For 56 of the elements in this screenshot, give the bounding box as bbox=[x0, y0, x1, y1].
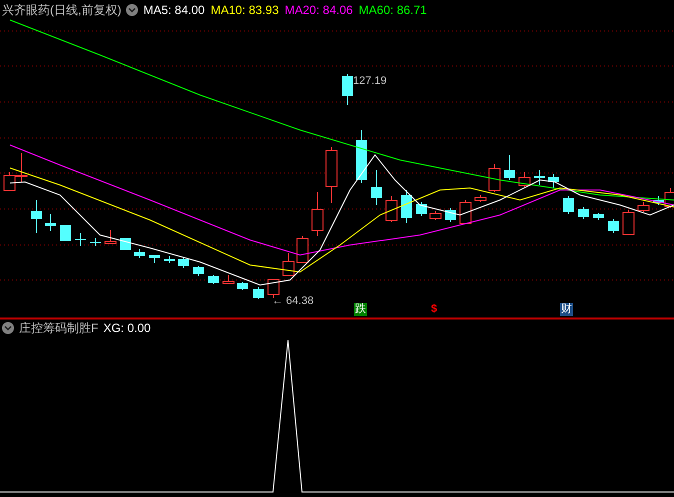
candlestick bbox=[386, 196, 398, 222]
candlestick bbox=[296, 236, 308, 263]
candlestick bbox=[371, 170, 382, 206]
candlestick bbox=[488, 164, 500, 192]
candlestick bbox=[208, 274, 219, 284]
dropdown-icon[interactable] bbox=[126, 4, 138, 16]
candlestick bbox=[460, 200, 472, 224]
candlestick bbox=[60, 224, 71, 242]
candlestick bbox=[534, 170, 545, 186]
moving-average-value: MA20: 84.06 bbox=[284, 3, 353, 17]
candlestick bbox=[178, 256, 189, 268]
candlestick bbox=[401, 190, 412, 224]
candlestick bbox=[622, 210, 634, 236]
event-marker: 跌 bbox=[354, 303, 367, 316]
candlestick bbox=[342, 74, 353, 106]
candlestick bbox=[75, 232, 86, 246]
indicator-title: 庄控筹码制胜F bbox=[19, 321, 98, 335]
candlestick bbox=[193, 266, 204, 276]
candlestick bbox=[237, 282, 248, 290]
candlestick bbox=[416, 202, 427, 216]
dropdown-icon[interactable] bbox=[2, 322, 14, 334]
candlestick bbox=[548, 174, 559, 188]
candlestick bbox=[268, 278, 280, 298]
low-price-label: ← 64.38 bbox=[272, 295, 314, 308]
candlestick bbox=[356, 130, 367, 184]
candlestick bbox=[90, 238, 101, 246]
chart-title: 兴齐眼药(日线,前复权) bbox=[2, 3, 122, 17]
candlestick bbox=[222, 274, 234, 284]
candlestick bbox=[563, 196, 574, 214]
candlestick bbox=[518, 172, 530, 188]
candlestick bbox=[253, 286, 264, 300]
candlestick bbox=[282, 252, 294, 276]
moving-average-value: MA5: 84.00 bbox=[143, 3, 205, 17]
candlestick bbox=[326, 146, 338, 204]
candlestick bbox=[134, 248, 145, 258]
candlestick bbox=[149, 254, 160, 264]
candlestick bbox=[164, 256, 175, 264]
moving-average-value: MA10: 83.93 bbox=[210, 3, 279, 17]
candlestick bbox=[474, 194, 486, 202]
moving-average-value: MA60: 86.71 bbox=[358, 3, 427, 17]
event-marker: $ bbox=[430, 303, 438, 316]
indicator-reading: XG: 0.00 bbox=[103, 321, 151, 335]
candlestick bbox=[120, 238, 131, 250]
event-marker: 财 bbox=[560, 303, 573, 316]
candlestick bbox=[608, 218, 619, 234]
candlestick bbox=[104, 230, 116, 244]
candlestick bbox=[593, 212, 604, 220]
candlestick bbox=[430, 210, 442, 220]
candlestick bbox=[445, 208, 456, 222]
candlestick bbox=[638, 202, 650, 212]
candlestick bbox=[45, 214, 56, 232]
candlestick bbox=[578, 206, 589, 220]
candlestick bbox=[504, 154, 515, 180]
candlestick bbox=[31, 200, 42, 234]
candlestick bbox=[312, 192, 324, 236]
high-price-label: 127.19 bbox=[353, 75, 387, 88]
